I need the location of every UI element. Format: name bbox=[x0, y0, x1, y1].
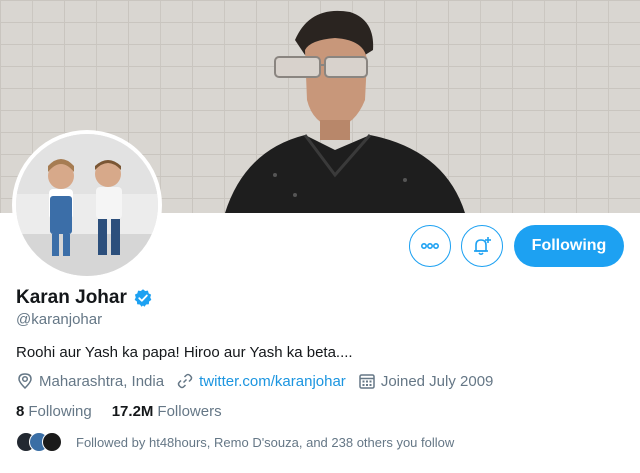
more-options-button[interactable] bbox=[409, 225, 451, 267]
calendar-icon bbox=[359, 374, 375, 389]
website-link[interactable]: twitter.com/karanjohar bbox=[199, 373, 346, 390]
more-icon bbox=[420, 243, 440, 250]
profile-name-row: Karan Johar bbox=[16, 287, 153, 309]
followed-by-text: Followed by ht48hours, Remo D'souza, and… bbox=[76, 434, 455, 450]
followed-by-avatars bbox=[16, 432, 62, 452]
location-text: Maharashtra, India bbox=[39, 372, 165, 390]
joined-text: Joined July 2009 bbox=[380, 372, 494, 390]
following-label: Following bbox=[28, 403, 92, 420]
mini-avatar bbox=[42, 432, 62, 452]
link-icon bbox=[177, 373, 193, 389]
followed-by-row[interactable]: Followed by ht48hours, Remo D'souza, and… bbox=[16, 432, 454, 452]
followers-stat[interactable]: 17.2M Followers bbox=[112, 403, 222, 420]
following-stat[interactable]: 8 Following bbox=[16, 403, 92, 420]
following-count: 8 bbox=[16, 403, 25, 420]
profile-handle: @karanjohar bbox=[16, 311, 103, 328]
bell-plus-icon bbox=[474, 237, 491, 256]
notifications-button[interactable] bbox=[461, 225, 503, 267]
joined-item: Joined July 2009 bbox=[358, 372, 494, 390]
avatar-photo bbox=[16, 134, 158, 276]
followers-count: 17.2M bbox=[111, 403, 154, 420]
following-button[interactable]: Following bbox=[514, 225, 624, 267]
profile-meta: Maharashtra, India twitter.com/karanjoha… bbox=[16, 372, 505, 390]
location-item: Maharashtra, India bbox=[16, 372, 164, 390]
profile-avatar[interactable] bbox=[12, 130, 162, 280]
profile-stats: 8 Following 17.2M Followers bbox=[16, 403, 242, 420]
profile-name: Karan Johar bbox=[16, 287, 127, 308]
location-pin-icon bbox=[18, 373, 32, 390]
website-item: twitter.com/karanjohar bbox=[176, 372, 346, 390]
followers-label: Followers bbox=[157, 403, 222, 420]
verified-badge-icon bbox=[134, 289, 152, 307]
banner-person-photo bbox=[225, 10, 465, 213]
profile-bio: Roohi aur Yash ka papa! Hiroo aur Yash k… bbox=[16, 344, 353, 361]
